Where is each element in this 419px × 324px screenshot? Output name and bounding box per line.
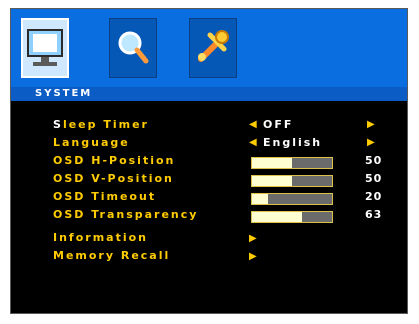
menu-label: Language — [53, 136, 130, 149]
menu-label: OSD Timeout — [53, 190, 157, 203]
slider-bar[interactable] — [251, 157, 333, 169]
left-arrow-icon[interactable]: ◀ — [249, 119, 257, 130]
slider-fill — [252, 212, 303, 222]
menu-label: Sleep Timer — [53, 118, 149, 131]
slider-fill — [252, 158, 292, 168]
menu-item-osd-timeout[interactable]: OSD Timeout 20 — [11, 190, 407, 208]
menu-label: OSD Transparency — [53, 208, 199, 221]
menu-item-osd-transparency[interactable]: OSD Transparency 63 — [11, 208, 407, 226]
menu-label: OSD V-Position — [53, 172, 174, 185]
menu-label: Memory Recall — [53, 249, 171, 262]
menu-label: OSD H-Position — [53, 154, 176, 167]
slider-value: 50 — [365, 154, 383, 167]
tools-icon — [198, 30, 229, 62]
tab-bar — [11, 9, 407, 87]
osd-window: SYSTEM Sleep Timer ◀ OFF ▶ Language ◀ En… — [10, 8, 408, 314]
slider-fill — [252, 194, 268, 204]
menu-item-language[interactable]: Language ◀ English ▶ — [11, 136, 407, 154]
menu-item-osd-h-position[interactable]: OSD H-Position 50 — [11, 154, 407, 172]
slider-bar[interactable] — [251, 211, 333, 223]
right-arrow-icon[interactable]: ▶ — [367, 119, 375, 130]
slider-bar[interactable] — [251, 175, 333, 187]
left-arrow-icon[interactable]: ◀ — [249, 137, 257, 148]
menu-item-sleep-timer[interactable]: Sleep Timer ◀ OFF ▶ — [11, 118, 407, 136]
slider-value: 50 — [365, 172, 383, 185]
slider-fill — [252, 176, 292, 186]
tab-magnifier[interactable] — [109, 18, 157, 78]
slider-value: 63 — [365, 208, 383, 221]
section-title: SYSTEM — [35, 88, 93, 99]
magnifier-icon — [118, 31, 149, 64]
menu-label: Information — [53, 231, 148, 244]
menu-item-osd-v-position[interactable]: OSD V-Position 50 — [11, 172, 407, 190]
menu-value: English — [263, 136, 323, 149]
menu-item-memory-recall[interactable]: Memory Recall ▶ — [11, 249, 407, 267]
right-arrow-icon[interactable]: ▶ — [249, 251, 257, 262]
menu-value: OFF — [263, 118, 294, 131]
right-arrow-icon[interactable]: ▶ — [249, 233, 257, 244]
tab-monitor[interactable] — [21, 18, 69, 78]
right-arrow-icon[interactable]: ▶ — [367, 137, 375, 148]
tab-tools[interactable] — [189, 18, 237, 78]
slider-value: 20 — [365, 190, 383, 203]
menu-item-information[interactable]: Information ▶ — [11, 231, 407, 249]
monitor-icon — [27, 29, 63, 66]
slider-bar[interactable] — [251, 193, 333, 205]
